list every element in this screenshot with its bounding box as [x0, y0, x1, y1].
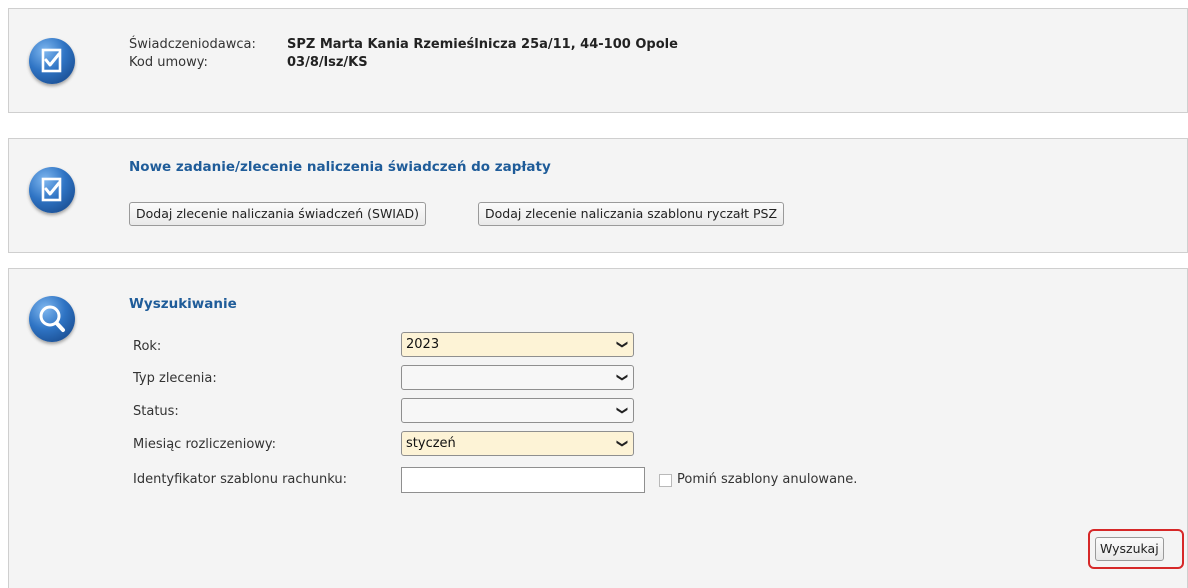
month-label: Miesiąc rozliczeniowy: [133, 437, 277, 452]
skip-cancelled-checkbox[interactable] [659, 474, 672, 487]
add-psz-button[interactable]: Dodaj zlecenie naliczania szablonu rycza… [478, 202, 785, 226]
status-label: Status: [133, 404, 179, 419]
search-panel: Wyszukiwanie Rok: 2023 ❯ Typ zlecenia: ❯… [8, 268, 1188, 588]
year-select[interactable]: 2023 ❯ [401, 332, 634, 357]
type-label: Typ zlecenia: [133, 371, 217, 386]
template-id-label: Identyfikator szablonu rachunku: [133, 472, 348, 487]
chevron-down-icon: ❯ [615, 405, 629, 416]
document-check-icon [29, 38, 75, 84]
new-task-title: Nowe zadanie/zlecenie naliczenia świadcz… [129, 159, 551, 175]
search-button[interactable]: Wyszukaj [1095, 537, 1164, 561]
contract-label: Kod umowy: [129, 55, 208, 70]
type-select[interactable]: ❯ [401, 365, 634, 390]
magnifier-icon [29, 296, 75, 342]
contract-value: 03/8/lsz/KS [287, 55, 368, 70]
provider-value: SPZ Marta Kania Rzemieślnicza 25a/11, 44… [287, 37, 678, 52]
chevron-down-icon: ❯ [615, 339, 629, 350]
month-select[interactable]: styczeń ❯ [401, 431, 634, 456]
new-task-panel: Nowe zadanie/zlecenie naliczenia świadcz… [8, 138, 1188, 253]
document-check-icon [29, 167, 75, 213]
chevron-down-icon: ❯ [615, 372, 629, 383]
month-select-value: styczeń [406, 436, 456, 451]
year-label: Rok: [133, 339, 162, 354]
year-select-value: 2023 [406, 337, 440, 352]
template-id-input[interactable] [401, 467, 645, 493]
skip-cancelled-label: Pomiń szablony anulowane. [677, 472, 858, 487]
status-select[interactable]: ❯ [401, 398, 634, 423]
provider-label: Świadczeniodawca: [129, 37, 256, 52]
provider-panel: Świadczeniodawca: SPZ Marta Kania Rzemie… [8, 8, 1188, 113]
chevron-down-icon: ❯ [615, 438, 629, 449]
add-swiad-button[interactable]: Dodaj zlecenie naliczania świadczeń (SWI… [129, 202, 427, 226]
search-title: Wyszukiwanie [129, 296, 237, 312]
